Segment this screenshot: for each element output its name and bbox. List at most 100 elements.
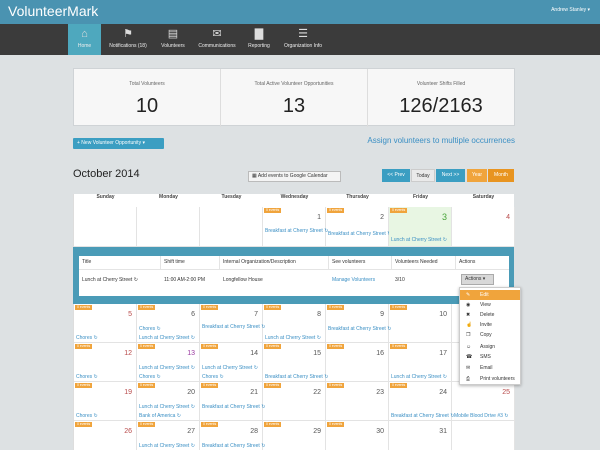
day-cell[interactable]: 0 events 29 [263,421,326,450]
event-link[interactable]: Lunch at Cherry Street ↻ [391,237,447,243]
event-link[interactable]: Lunch at Cherry Street ↻ [139,443,195,449]
day-cell[interactable]: 0 events 2 Breakfast at Cherry Street ↻ [326,207,391,247]
day-cell[interactable]: 0 events 30 [326,421,389,450]
event-link[interactable]: Chores ↻ [202,374,224,380]
menu-item-email[interactable]: ✉ Email [460,363,520,373]
day-cell[interactable]: 0 events 12 Chores ↻ [74,343,137,382]
day-cell[interactable]: 0 events 15 Breakfast at Cherry Street ↻ [263,343,328,382]
day-cell[interactable]: 25 Mobile Blood Drive #3 ↻ [452,382,515,421]
events-badge: 0 events [75,422,93,427]
day-cell[interactable]: 0 events 7 Breakfast at Cherry Street ↻ [200,304,265,343]
day-cell[interactable]: 0 events 22 [263,382,326,421]
day-cell[interactable]: 0 events 16 [326,343,389,382]
event-link[interactable]: Breakfast at Cherry Street ↻ [202,404,265,410]
event-link[interactable]: Breakfast at Cherry Street ↻ [202,324,265,330]
day-number: 14 [250,350,258,357]
event-link[interactable]: Lunch at Cherry Street ↻ [391,374,447,380]
new-opportunity-button[interactable]: + New Volunteer Opportunity ▾ [73,138,164,149]
event-link[interactable]: Chores ↻ [139,374,161,380]
day-number: 24 [439,389,447,396]
day-cell[interactable]: 0 events 19 Chores ↻ [74,382,137,421]
day-number: 13 [187,350,195,357]
day-cell[interactable]: 0 events 28 Breakfast at Cherry Street ↻ [200,421,265,450]
month-view-button[interactable]: Month [488,169,514,182]
event-link[interactable]: Breakfast at Cherry Street ↻ [328,326,391,332]
manage-volunteers-link[interactable]: Manage Volunteers [329,269,392,289]
day-number: 8 [317,311,321,318]
actions-menu: ✎ Edit ◉ View ✖ Delete ☝ Invite ❐ Copy ☺… [459,287,521,385]
event-link[interactable]: Lunch at Cherry Street ↻ [139,404,195,410]
event-link[interactable]: Bank of America ↻ [139,413,181,419]
nav-notifications[interactable]: ⚑ Notifications (18) [104,24,152,55]
assign-volunteers-link[interactable]: Assign volunteers to multiple occurrence… [367,136,515,145]
events-badge: 0 events [327,344,345,349]
column-header: Volunteers Needed [392,256,456,269]
day-cell[interactable]: 0 events 17 Lunch at Cherry Street ↻ [389,343,452,382]
day-cell[interactable]: 4 [452,207,515,247]
top-bar: VolunteerMark Andrew Stanley ▾ [0,0,600,24]
prev-button[interactable]: << Prev [382,169,410,182]
day-cell-today[interactable]: 0 events 3 Lunch at Cherry Street ↻ [389,207,452,247]
day-cell[interactable]: 0 events 13 Lunch at Cherry Street ↻ Cho… [137,343,200,382]
events-badge: 0 events [201,344,219,349]
menu-item-label: Assign [480,344,496,350]
menu-item-assign[interactable]: ☺ Assign [460,342,520,352]
nav-volunteers[interactable]: ▤ Volunteers [156,24,190,55]
event-link[interactable]: Lunch at Cherry Street ↻ [139,365,195,371]
menu-item-invite[interactable]: ☝ Invite [460,320,520,330]
event-link[interactable]: Mobile Blood Drive #3 ↻ [454,413,509,419]
list-icon: ☰ [298,28,308,40]
events-badge: 0 events [75,305,93,310]
volunteers-needed: 3/10 [392,269,456,289]
menu-item-sms[interactable]: ☎ SMS [460,352,520,362]
day-cell[interactable]: 0 events 5 Chores ↻ [74,304,137,343]
nav-home[interactable]: ⌂ Home [68,24,101,55]
day-cell[interactable]: 31 [389,421,452,450]
nav-communications[interactable]: ✉ Communications [194,24,240,55]
day-cell[interactable]: 0 events 24 Breakfast at Cherry Street ↻ [389,382,454,421]
menu-item-edit[interactable]: ✎ Edit [460,290,520,300]
day-cell[interactable]: 0 events 8 Lunch at Cherry Street ↻ [263,304,326,343]
menu-item-view[interactable]: ◉ View [460,300,520,310]
day-number: 3 [441,212,447,222]
event-link[interactable]: Lunch at Cherry Street ↻ [265,335,321,341]
event-link[interactable]: Lunch at Cherry Street ↻ [202,365,258,371]
day-cell[interactable]: 0 events 23 [326,382,389,421]
event-link[interactable]: Breakfast at Cherry Street ↻ [202,443,265,449]
nav-organization-info[interactable]: ☰ Organization Info [278,24,328,55]
brand-logo[interactable]: VolunteerMark [8,3,98,19]
column-header: Shift time [161,256,220,269]
event-link[interactable]: Chores ↻ [76,374,98,380]
event-link[interactable]: Breakfast at Cherry Street ↻ [265,228,328,234]
column-header: Title [79,256,161,269]
user-menu[interactable]: Andrew Stanley ▾ [551,7,590,13]
google-calendar-button[interactable]: ▦ Add events to Google Calendar [248,171,341,182]
event-detail-panel: Title Shift time Internal Organization/D… [73,247,514,304]
day-cell[interactable]: 0 events 26 [74,421,137,450]
year-view-button[interactable]: Year [467,169,487,182]
event-link[interactable]: Chores ↻ [76,413,98,419]
day-cell[interactable]: 0 events 10 [389,304,452,343]
menu-item-copy[interactable]: ❐ Copy [460,330,520,340]
event-link[interactable]: Breakfast at Cherry Street ↻ [328,231,391,237]
actions-dropdown-button[interactable]: Actions ▾ [461,274,494,285]
next-button[interactable]: Next >> [436,169,465,182]
menu-item-delete[interactable]: ✖ Delete [460,310,520,320]
day-cell[interactable]: 0 events 27 Lunch at Cherry Street ↻ [137,421,200,450]
nav-reporting[interactable]: ▇ Reporting [244,24,274,55]
menu-item-print-volunteers[interactable]: ⎙ Print volunteers [460,374,520,384]
event-link[interactable]: Breakfast at Cherry Street ↻ [391,413,454,419]
day-cell[interactable]: 0 events 6 Chores ↻ Lunch at Cherry Stre… [137,304,200,343]
stat-active-opportunities: Total Active Volunteer Opportunities 13 [221,69,368,127]
event-link[interactable]: Breakfast at Cherry Street ↻ [265,374,328,380]
day-cell[interactable]: 0 events 1 Breakfast at Cherry Street ↻ [263,207,328,247]
today-button[interactable]: Today [411,169,435,182]
day-cell[interactable]: 0 events 14 Lunch at Cherry Street ↻ Cho… [200,343,263,382]
event-link[interactable]: Chores ↻ [76,335,98,341]
events-badge: 0 events [264,344,282,349]
day-cell[interactable]: 0 events 20 Lunch at Cherry Street ↻ Ban… [137,382,200,421]
day-cell[interactable]: 0 events 21 Breakfast at Cherry Street ↻ [200,382,265,421]
event-link[interactable]: Lunch at Cherry Street ↻ [139,335,195,341]
event-link[interactable]: Chores ↻ [139,326,161,332]
day-cell[interactable]: 0 events 9 Breakfast at Cherry Street ↻ [326,304,391,343]
